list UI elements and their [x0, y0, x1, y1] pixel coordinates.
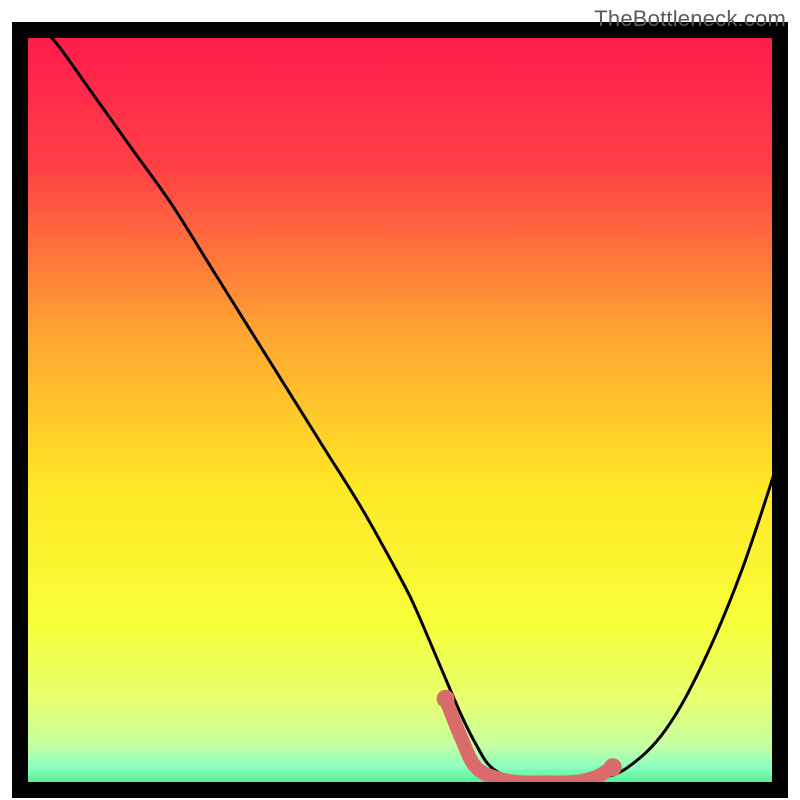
chart-container: TheBottleneck.com	[0, 0, 800, 800]
highlight-point-0	[437, 690, 455, 708]
watermark-label: TheBottleneck.com	[594, 6, 786, 32]
highlight-point-1	[604, 758, 622, 776]
plot-area	[20, 30, 780, 790]
gradient-background	[20, 30, 780, 790]
bottleneck-chart	[0, 0, 800, 800]
